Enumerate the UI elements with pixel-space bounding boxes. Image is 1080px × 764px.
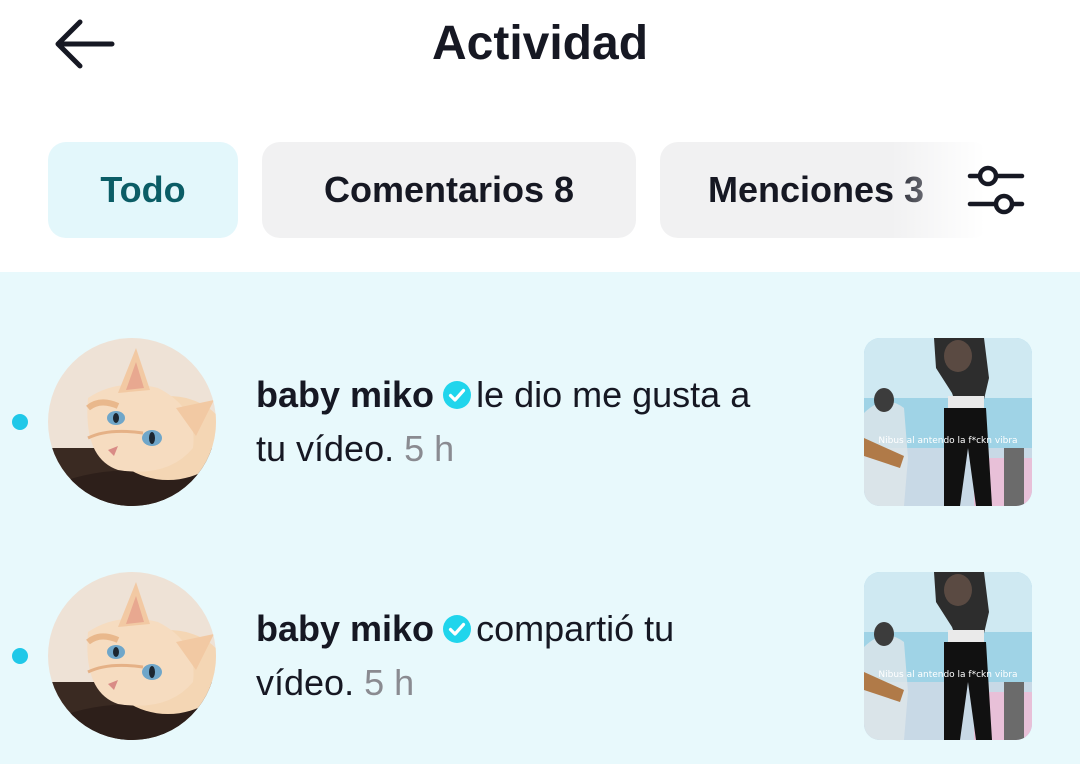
- timestamp: 5 h: [404, 428, 455, 469]
- action-text: le dio me gusta a: [476, 374, 751, 415]
- unread-dot: [12, 414, 28, 430]
- unread-dot: [12, 648, 28, 664]
- username[interactable]: baby miko: [256, 608, 434, 649]
- cat-avatar-image: [48, 338, 216, 506]
- avatar[interactable]: [48, 572, 216, 740]
- page-title: Actividad: [431, 17, 649, 70]
- cat-avatar-image: [48, 572, 216, 740]
- concert-thumbnail-image: [864, 338, 1032, 506]
- filter-button[interactable]: [966, 162, 1026, 218]
- concert-thumbnail-image: [864, 572, 1032, 740]
- verified-badge-icon: [443, 381, 472, 409]
- action-text: compartió tu: [476, 608, 675, 649]
- video-thumbnail[interactable]: Nibus al antendo la f*ckn vibra: [864, 338, 1032, 506]
- video-thumbnail[interactable]: Nibus al antendo la f*ckn vibra: [864, 572, 1032, 740]
- timestamp: 5 h: [364, 662, 415, 703]
- tab-todo[interactable]: Todo: [48, 142, 238, 238]
- activity-list: baby miko le dio me gusta a tu vídeo. 5 h…: [0, 272, 1080, 764]
- action-text-continued: tu vídeo.: [256, 428, 395, 469]
- sliders-icon: [967, 165, 1025, 215]
- notification-row[interactable]: baby miko compartió tu vídeo. 5 h Nibus a…: [0, 572, 1080, 752]
- notification-text: baby miko le dio me gusta a tu vídeo. 5 h: [256, 368, 836, 476]
- notification-row[interactable]: baby miko le dio me gusta a tu vídeo. 5 h…: [0, 338, 1080, 518]
- notification-text: baby miko compartió tu vídeo. 5 h: [256, 602, 836, 710]
- header: Actividad: [0, 0, 1080, 95]
- thumbnail-caption: Nibus al antendo la f*ckn vibra: [878, 436, 1018, 446]
- action-text-continued: vídeo.: [256, 662, 355, 703]
- verified-badge-icon: [443, 615, 472, 643]
- thumbnail-caption: Nibus al antendo la f*ckn vibra: [878, 670, 1018, 680]
- tab-bar: Todo Comentarios 8 Menciones 3: [0, 142, 1080, 238]
- username[interactable]: baby miko: [256, 374, 434, 415]
- tab-comentarios[interactable]: Comentarios 8: [262, 142, 636, 238]
- avatar[interactable]: [48, 338, 216, 506]
